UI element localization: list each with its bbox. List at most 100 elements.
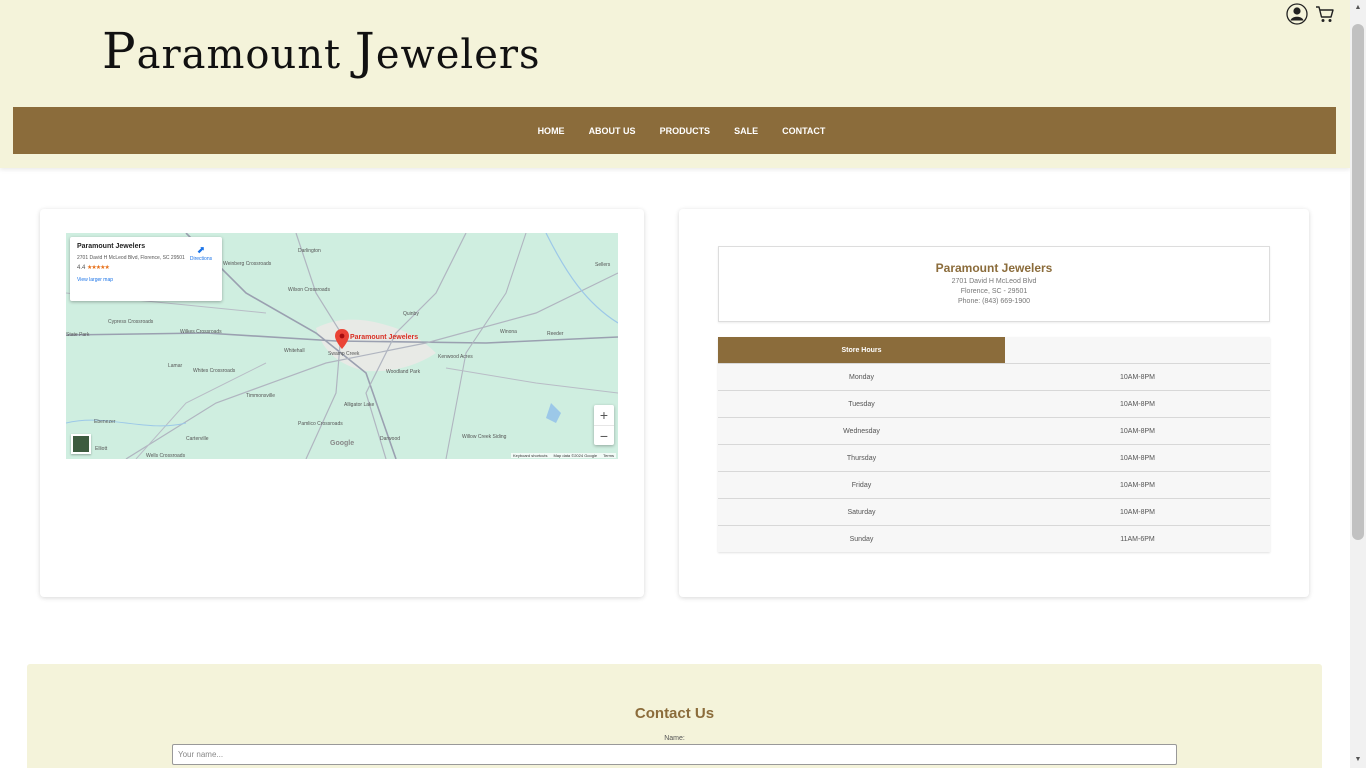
embedded-map[interactable]: Darlington Weinberg Crossroads Sellers C… bbox=[66, 233, 618, 459]
map-label: Swamp Creek bbox=[328, 351, 360, 357]
scroll-up-icon[interactable]: ▲ bbox=[1350, 0, 1366, 16]
map-label: Pamlico Crossroads bbox=[298, 421, 343, 427]
zoom-in-button[interactable]: + bbox=[594, 405, 614, 425]
nav-sale[interactable]: SALE bbox=[734, 126, 758, 136]
directions-icon: ⬈ bbox=[196, 245, 206, 256]
zoom-control: + − bbox=[594, 405, 614, 445]
directions-label: Directions bbox=[189, 256, 213, 262]
rating-value: 4.4 bbox=[77, 265, 86, 271]
place-rating: 4.4 ★★★★★ bbox=[77, 264, 215, 271]
logo-text-1: aramount bbox=[136, 32, 355, 78]
hours-time: 10AM-8PM bbox=[1119, 400, 1155, 408]
map-label: Alligator Lake bbox=[344, 402, 375, 408]
map-label: Darwood bbox=[380, 436, 401, 442]
nav-about-us[interactable]: ABOUT US bbox=[589, 126, 636, 136]
store-hours-tab[interactable]: Store Hours bbox=[718, 337, 1005, 363]
contact-section: Contact Us Name: bbox=[27, 664, 1322, 768]
map-label: Darlington bbox=[298, 248, 321, 254]
name-input[interactable] bbox=[172, 744, 1177, 765]
page: Paramount Jewelers HOME ABOUT US PRODUCT… bbox=[0, 0, 1366, 768]
hours-day: Tuesday bbox=[848, 400, 875, 408]
hours-time: 10AM-8PM bbox=[1119, 373, 1155, 381]
scroll-thumb[interactable] bbox=[1352, 24, 1364, 540]
map-data-attribution: Map data ©2024 Google bbox=[553, 453, 598, 458]
store-name: Paramount Jewelers bbox=[935, 261, 1053, 275]
hours-time: 10AM-8PM bbox=[1119, 454, 1155, 462]
site-logo[interactable]: Paramount Jewelers bbox=[102, 22, 541, 80]
hours-day: Wednesday bbox=[843, 427, 880, 435]
google-logo: Google bbox=[330, 440, 355, 447]
map-label: Quinby bbox=[403, 311, 419, 317]
hours-time: 10AM-8PM bbox=[1119, 427, 1155, 435]
map-label: Kenwood Acres bbox=[438, 354, 473, 360]
name-label: Name: bbox=[664, 735, 685, 742]
hours-row: Thursday 10AM-8PM bbox=[718, 444, 1270, 471]
nav-home[interactable]: HOME bbox=[538, 126, 565, 136]
pin-label: Paramount Jewelers bbox=[350, 334, 419, 341]
zoom-out-button[interactable]: − bbox=[594, 425, 614, 445]
map-label: Timmonsville bbox=[246, 393, 275, 399]
hours-row: Wednesday 10AM-8PM bbox=[718, 417, 1270, 444]
map-label: Winona bbox=[500, 329, 517, 335]
hours-day: Friday bbox=[851, 481, 872, 489]
store-address-box: Paramount Jewelers 2701 David H McLeod B… bbox=[718, 246, 1270, 322]
store-city: Florence, SC - 29501 bbox=[960, 288, 1028, 295]
hours-day: Sunday bbox=[849, 535, 874, 543]
user-icon[interactable] bbox=[1286, 3, 1308, 25]
main-nav: HOME ABOUT US PRODUCTS SALE CONTACT bbox=[13, 107, 1336, 154]
map-label: Sellers bbox=[595, 262, 611, 268]
store-address: 2701 David H McLeod Blvd bbox=[951, 278, 1037, 285]
map-label: State Park bbox=[66, 332, 90, 338]
nav-contact[interactable]: CONTACT bbox=[782, 126, 825, 136]
map-label: Woodland Park bbox=[386, 369, 421, 375]
map-label: Wells Crossroads bbox=[146, 453, 186, 459]
hours-day: Thursday bbox=[846, 454, 877, 462]
hours-time: 10AM-8PM bbox=[1119, 481, 1155, 489]
site-header: Paramount Jewelers HOME ABOUT US PRODUCT… bbox=[0, 0, 1350, 168]
cart-icon[interactable] bbox=[1314, 3, 1336, 25]
map-label: Elliott bbox=[95, 446, 108, 452]
store-phone: Phone: (843) 669-1900 bbox=[958, 298, 1030, 305]
map-label: Weinberg Crossroads bbox=[223, 261, 272, 267]
hours-day: Monday bbox=[849, 373, 874, 381]
map-footer: Keyboard shortcuts Map data ©2024 Google… bbox=[510, 453, 616, 458]
header-icons bbox=[1286, 3, 1336, 25]
contact-title: Contact Us bbox=[634, 705, 715, 722]
hours-time: 11AM-6PM bbox=[1120, 535, 1155, 543]
map-label: Whitehall bbox=[284, 348, 305, 354]
keyboard-shortcuts-link[interactable]: Keyboard shortcuts bbox=[513, 453, 547, 458]
map-label: Ebenezer bbox=[94, 419, 116, 425]
map-label: Cypress Crossroads bbox=[108, 319, 154, 325]
directions-button[interactable]: ⬈ Directions bbox=[186, 245, 216, 262]
place-address: 2701 David H McLeod Blvd, Florence, SC 2… bbox=[77, 255, 185, 261]
hours-row: Saturday 10AM-8PM bbox=[718, 498, 1270, 525]
map-label: Lamar bbox=[168, 363, 183, 369]
map-card: Darlington Weinberg Crossroads Sellers C… bbox=[40, 209, 644, 597]
map-label: Whites Crossroads bbox=[193, 368, 236, 374]
satellite-layer-button[interactable] bbox=[71, 434, 91, 454]
logo-text-2: ewelers bbox=[375, 32, 541, 78]
location-pin-icon[interactable] bbox=[335, 329, 349, 349]
hours-time: 10AM-8PM bbox=[1119, 508, 1155, 516]
logo-initial-j: J bbox=[354, 22, 376, 80]
store-hours-table: Store Hours Monday 10AM-8PM Tuesday 10AM… bbox=[718, 337, 1270, 552]
hours-row: Tuesday 10AM-8PM bbox=[718, 390, 1270, 417]
view-larger-map-link[interactable]: View larger map bbox=[77, 277, 215, 283]
hours-day: Saturday bbox=[847, 508, 876, 516]
nav-products[interactable]: PRODUCTS bbox=[660, 126, 711, 136]
page-scrollbar[interactable]: ▲ ▼ bbox=[1350, 0, 1366, 768]
hours-row: Monday 10AM-8PM bbox=[718, 363, 1270, 390]
hours-header: Store Hours bbox=[718, 337, 1270, 363]
store-info-card: Paramount Jewelers 2701 David H McLeod B… bbox=[679, 209, 1309, 597]
scroll-down-icon[interactable]: ▼ bbox=[1350, 752, 1366, 768]
map-label: Carterville bbox=[186, 436, 209, 442]
rating-stars-icon: ★★★★★ bbox=[87, 265, 110, 271]
map-label: Willow Creek Siding bbox=[462, 434, 507, 440]
logo-initial-p: P bbox=[102, 22, 137, 80]
terms-link[interactable]: Terms bbox=[603, 453, 614, 458]
map-label: Reeder bbox=[547, 331, 564, 337]
map-label: Wilson Crossroads bbox=[288, 287, 330, 293]
map-label: Wilkes Crossroads bbox=[180, 329, 222, 335]
place-card: Paramount Jewelers 2701 David H McLeod B… bbox=[70, 237, 222, 301]
hours-row: Friday 10AM-8PM bbox=[718, 471, 1270, 498]
